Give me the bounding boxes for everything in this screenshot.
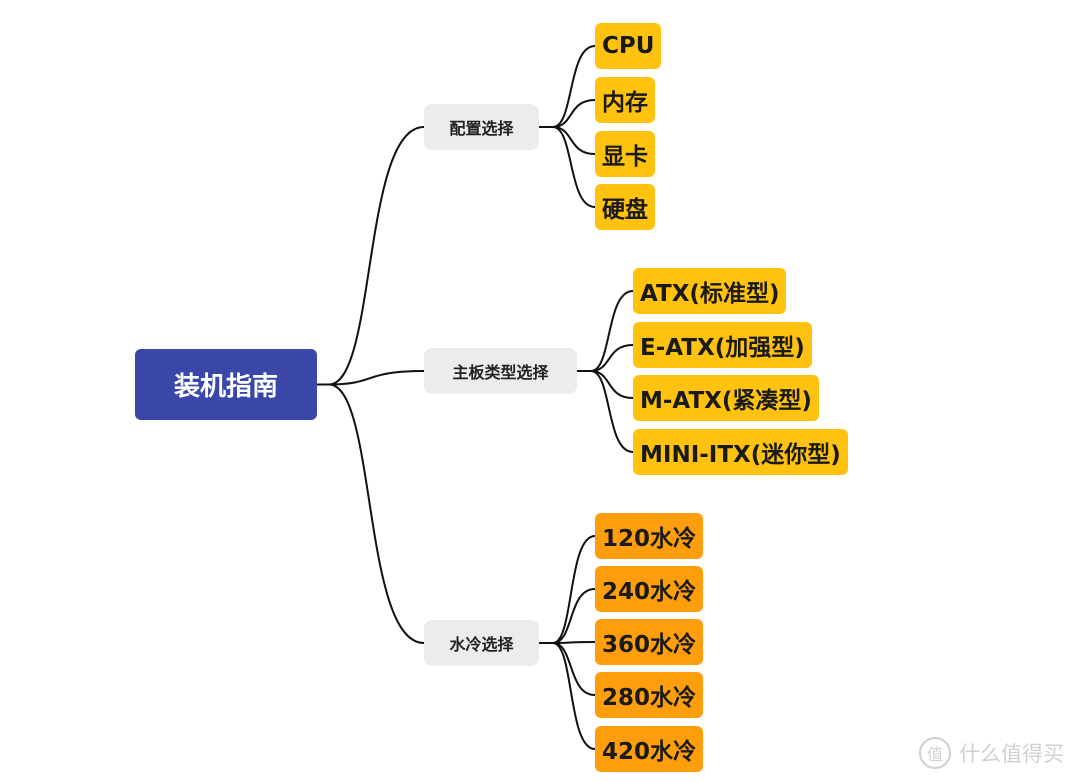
leaf-m-atx[interactable]: M-ATX(紧凑型) bbox=[633, 375, 819, 421]
link-leaf-240 bbox=[552, 588, 596, 644]
branch-config[interactable]: 配置选择 bbox=[424, 104, 539, 150]
leaf-420[interactable]: 420水冷 bbox=[595, 726, 704, 772]
leaf-cpu[interactable]: CPU bbox=[595, 23, 662, 69]
branch-water-cooling[interactable]: 水冷选择 bbox=[424, 620, 539, 666]
link-leaf-420 bbox=[552, 642, 596, 750]
link-leaf-360 bbox=[552, 641, 596, 644]
leaf-disk[interactable]: 硬盘 bbox=[595, 184, 655, 230]
link-leaf-disk bbox=[552, 126, 596, 208]
leaf-360[interactable]: 360水冷 bbox=[595, 619, 704, 665]
leaf-gpu[interactable]: 显卡 bbox=[595, 131, 655, 177]
watermark-text: 什么值得买 bbox=[959, 742, 1064, 766]
link-leaf-cpu bbox=[552, 45, 596, 128]
leaf-mini-itx[interactable]: MINI-ITX(迷你型) bbox=[633, 429, 848, 475]
link-leaf-atx bbox=[590, 290, 634, 372]
leaf-280[interactable]: 280水冷 bbox=[595, 672, 704, 718]
link-root-branch-water-cooling bbox=[328, 383, 425, 644]
watermark-logo-icon: 值 bbox=[919, 737, 951, 769]
watermark: 值 什么值得买 bbox=[919, 737, 1064, 769]
leaf-120[interactable]: 120水冷 bbox=[595, 513, 704, 559]
link-leaf-mini-itx bbox=[590, 370, 634, 453]
leaf-240[interactable]: 240水冷 bbox=[595, 566, 704, 612]
link-leaf-280 bbox=[552, 642, 596, 696]
leaf-memory[interactable]: 内存 bbox=[595, 77, 655, 123]
leaf-atx[interactable]: ATX(标准型) bbox=[633, 268, 787, 314]
branch-motherboard[interactable]: 主板类型选择 bbox=[424, 348, 577, 394]
leaf-e-atx[interactable]: E-ATX(加强型) bbox=[633, 322, 812, 368]
root-node[interactable]: 装机指南 bbox=[135, 349, 317, 420]
link-root-branch-config bbox=[328, 126, 425, 386]
